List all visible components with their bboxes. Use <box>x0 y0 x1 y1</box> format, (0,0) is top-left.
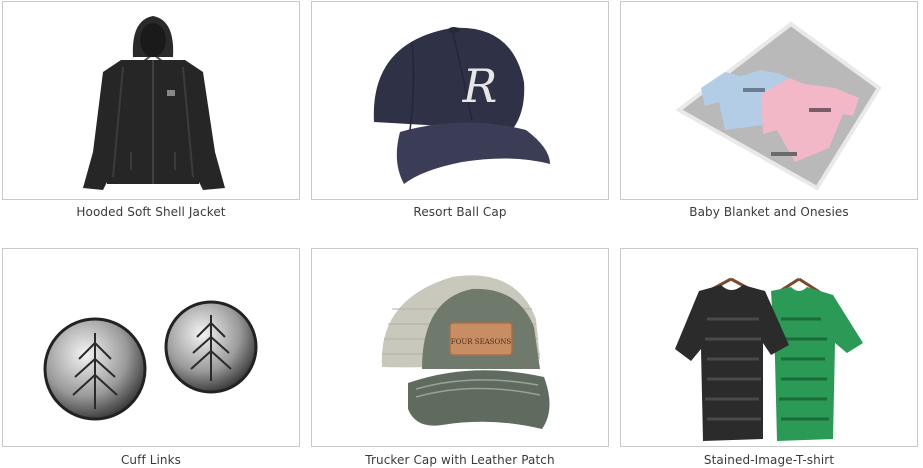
trucker-patch-text: FOUR SEASONS <box>451 338 512 346</box>
baby-blanket-image <box>675 21 882 191</box>
ball-cap-monogram: R <box>462 59 498 113</box>
product-image-frame[interactable]: FOUR SEASONS <box>311 248 609 447</box>
product-label[interactable]: Cuff Links <box>2 453 300 467</box>
product-image-frame[interactable] <box>2 248 300 447</box>
ball-cap-image: R <box>373 27 550 184</box>
product-label[interactable]: Stained-Image-T-shirt <box>620 453 918 467</box>
cuff-links-image <box>43 300 258 421</box>
product-label[interactable]: Trucker Cap with Leather Patch <box>311 453 609 467</box>
product-label[interactable]: Baby Blanket and Onesies <box>620 205 918 219</box>
product-label[interactable]: Resort Ball Cap <box>311 205 609 219</box>
trucker-cap-image: FOUR SEASONS <box>381 275 550 429</box>
product-image-frame[interactable] <box>620 1 918 200</box>
product-image-frame[interactable]: R <box>311 1 609 200</box>
product-image-frame[interactable] <box>620 248 918 447</box>
jacket-image <box>83 16 225 190</box>
product-image-frame[interactable] <box>2 1 300 200</box>
tshirts-image <box>675 277 863 441</box>
product-label[interactable]: Hooded Soft Shell Jacket <box>2 205 300 219</box>
